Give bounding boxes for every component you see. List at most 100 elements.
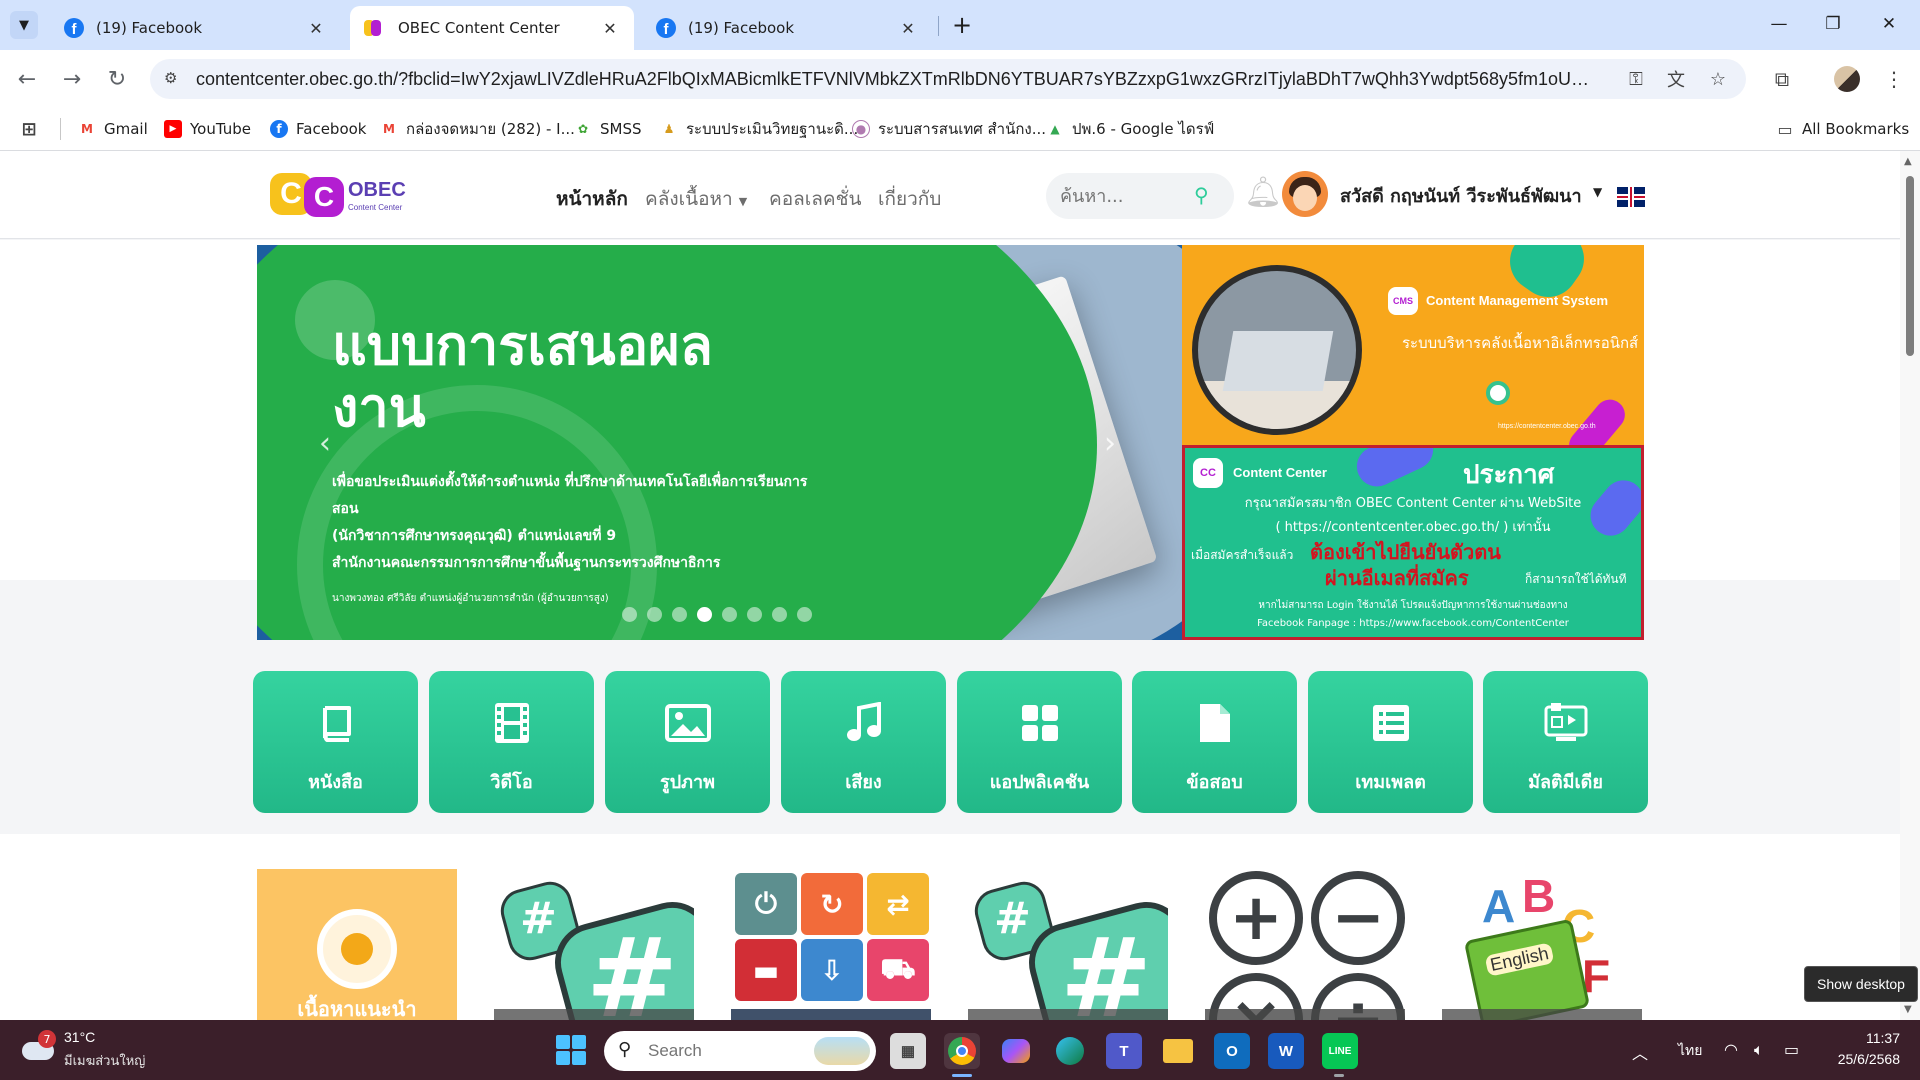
bookmark-assessment[interactable]: ♟ ระบบประเมินวิทยฐานะดิ... <box>660 116 859 142</box>
bookmark-label: ปพ.6 - Google ไดรฟ์ <box>1072 120 1215 138</box>
close-icon[interactable]: ✕ <box>600 19 620 38</box>
taskbar-search-input[interactable] <box>648 1039 788 1063</box>
site-settings-icon[interactable]: ⚙ <box>164 69 184 89</box>
category-books[interactable]: หนังสือ <box>253 671 418 813</box>
hero-slider[interactable]: แบบการเสนอผลงาน เพื่อขอประเมินแต่งตั้งให… <box>257 245 1182 640</box>
close-window-button[interactable]: ✕ <box>1866 8 1912 40</box>
bookmark-smss[interactable]: ✿ SMSS <box>574 116 642 142</box>
edge-icon[interactable] <box>1052 1033 1088 1069</box>
scroll-down-icon[interactable]: ▼ <box>1904 1004 1912 1015</box>
chrome-menu-button[interactable]: ⋮ <box>1878 63 1910 95</box>
new-tab-button[interactable]: + <box>948 11 976 39</box>
reload-button[interactable]: ↻ <box>100 62 134 96</box>
slider-dot[interactable] <box>647 607 662 622</box>
close-icon[interactable]: ✕ <box>306 19 326 38</box>
url-text[interactable]: contentcenter.obec.go.th/?fbclid=IwY2xja… <box>196 69 1596 90</box>
slider-next-button[interactable]: › <box>1097 425 1123 461</box>
line-icon[interactable]: LINE <box>1322 1033 1358 1069</box>
tab-facebook-1[interactable]: f (19) Facebook ✕ <box>50 6 340 50</box>
nav-home[interactable]: หน้าหลัก <box>556 184 628 214</box>
tab-obec-content-center[interactable]: OBEC Content Center ✕ <box>350 6 634 50</box>
close-icon[interactable]: ✕ <box>898 19 918 38</box>
nav-about[interactable]: เกี่ยวกับ <box>878 184 941 214</box>
copilot-icon[interactable] <box>998 1033 1034 1069</box>
word-icon[interactable]: W <box>1268 1033 1304 1069</box>
apps-button[interactable]: ⊞ <box>20 116 38 142</box>
category-images[interactable]: รูปภาพ <box>605 671 770 813</box>
nav-content-library[interactable]: คลังเนื้อหา ▼ <box>645 184 747 214</box>
bookmark-inbox[interactable]: M กล่องจดหมาย (282) - I... <box>380 116 575 142</box>
category-videos[interactable]: วิดีโอ <box>429 671 594 813</box>
back-button[interactable]: ← <box>10 62 44 96</box>
slider-dot[interactable] <box>772 607 787 622</box>
minimize-button[interactable]: — <box>1756 8 1802 40</box>
teams-icon[interactable]: T <box>1106 1033 1142 1069</box>
user-greeting[interactable]: สวัสดี กฤษนันท์ วีระพันธ์พัฒนา <box>1340 181 1582 210</box>
profile-avatar[interactable] <box>1834 66 1860 92</box>
chrome-icon[interactable] <box>944 1033 980 1069</box>
announcement-banner[interactable]: CC Content Center ประกาศ กรุณาสมัครสมาชิ… <box>1182 445 1644 640</box>
bookmark-info-system[interactable]: ● ระบบสารสนเทศ สำนักง... <box>852 116 1046 142</box>
content-card-hash[interactable]: # # <box>494 869 694 1020</box>
user-avatar[interactable] <box>1282 171 1328 217</box>
address-bar[interactable]: ⚙ contentcenter.obec.go.th/?fbclid=IwY2x… <box>150 59 1746 99</box>
site-search-input[interactable] <box>1060 183 1190 209</box>
category-templates[interactable]: เทมเพลต <box>1308 671 1473 813</box>
content-card-math[interactable]: + − × ÷ <box>1205 869 1405 1020</box>
weather-condition[interactable]: มีเมฆส่วนใหญ่ <box>64 1050 145 1071</box>
tab-facebook-2[interactable]: f (19) Facebook ✕ <box>642 6 932 50</box>
forward-button[interactable]: → <box>55 62 89 96</box>
slider-dot[interactable] <box>672 607 687 622</box>
weather-temperature[interactable]: 31°C <box>64 1029 95 1045</box>
slider-dot[interactable] <box>622 607 637 622</box>
shuffle-icon: ⇄ <box>867 873 929 935</box>
obec-logo[interactable]: C C OBEC Content Center <box>270 171 410 221</box>
all-bookmarks-button[interactable]: ▭ All Bookmarks <box>1776 116 1909 142</box>
content-card-applications[interactable]: ⏻ ↻ ⇄ ▬ ⇩ ⛟ <box>731 869 931 1020</box>
outlook-icon[interactable]: O <box>1214 1033 1250 1069</box>
bookmark-facebook[interactable]: f Facebook <box>270 116 366 142</box>
caret-down-icon[interactable]: ▼ <box>1593 185 1602 199</box>
battery-icon[interactable]: ▭ <box>1784 1040 1799 1059</box>
bookmark-youtube[interactable]: ▶ YouTube <box>164 116 251 142</box>
content-card-featured[interactable]: เนื้อหาแนะนำ <box>257 869 457 1020</box>
start-button[interactable] <box>556 1035 586 1065</box>
file-explorer-icon[interactable] <box>1160 1033 1196 1069</box>
scrollbar-thumb[interactable] <box>1906 176 1914 356</box>
translate-icon[interactable]: 文 <box>1664 67 1688 91</box>
content-card-english[interactable]: A B C F English <box>1442 869 1642 1020</box>
nav-collection[interactable]: คอลเลคชั่น <box>769 184 862 214</box>
slider-dot[interactable] <box>747 607 762 622</box>
info-icon: ● <box>852 120 870 138</box>
category-exams[interactable]: ข้อสอบ <box>1132 671 1297 813</box>
extensions-button[interactable]: ⧉ <box>1766 63 1798 95</box>
slider-prev-button[interactable]: ‹ <box>312 425 338 461</box>
cms-banner[interactable]: CMS Content Management System ระบบบริหาร… <box>1182 245 1644 445</box>
chevron-up-icon[interactable]: ︿ <box>1632 1040 1648 1064</box>
weather-widget[interactable]: 7 <box>22 1030 56 1060</box>
wifi-icon[interactable]: ◠ <box>1724 1040 1738 1059</box>
task-view-icon[interactable]: ▦ <box>890 1033 926 1069</box>
restore-icon: ❐ <box>1825 14 1841 34</box>
restore-button[interactable]: ❐ <box>1810 8 1856 40</box>
scroll-up-icon[interactable]: ▲ <box>1904 156 1912 167</box>
clock-date[interactable]: 25/6/2568 <box>1810 1051 1900 1067</box>
content-card-hash-2[interactable]: # # <box>968 869 1168 1020</box>
category-multimedia[interactable]: มัลติมีเดีย <box>1483 671 1648 813</box>
search-icon[interactable]: ⚲ <box>1194 183 1220 209</box>
uk-flag-icon[interactable] <box>1617 187 1645 207</box>
slider-dot[interactable] <box>697 607 712 622</box>
slider-dot[interactable] <box>797 607 812 622</box>
speaker-icon[interactable]: 🔈︎ <box>1754 1040 1764 1060</box>
bookmark-google-drive[interactable]: ▲ ปพ.6 - Google ไดรฟ์ <box>1046 116 1214 142</box>
key-icon[interactable]: ⚿ <box>1624 67 1648 91</box>
category-applications[interactable]: แอปพลิเคชัน <box>957 671 1122 813</box>
category-audio[interactable]: เสียง <box>781 671 946 813</box>
tab-search-button[interactable]: ▼ <box>10 11 38 39</box>
slider-dot[interactable] <box>722 607 737 622</box>
bell-icon[interactable]: 🔔︎ <box>1244 175 1282 215</box>
bookmark-gmail[interactable]: M Gmail <box>78 116 148 142</box>
input-language[interactable]: ไทย <box>1678 1040 1702 1062</box>
clock-time[interactable]: 11:37 <box>1830 1030 1900 1046</box>
star-icon[interactable]: ☆ <box>1706 67 1730 91</box>
